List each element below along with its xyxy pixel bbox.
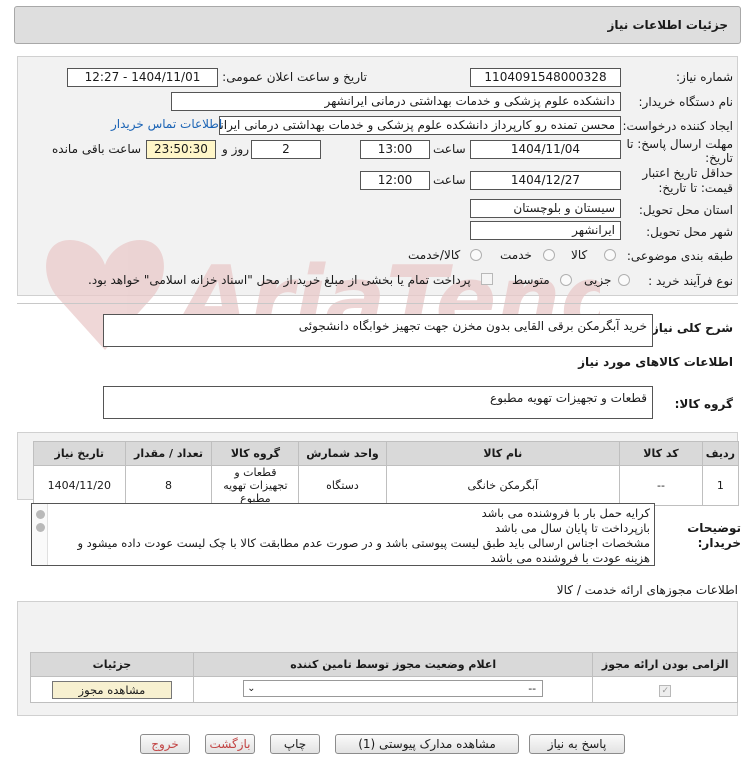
notes-scrollbar[interactable] <box>32 504 48 565</box>
section-divider <box>17 303 738 304</box>
announce-label: تاریخ و ساعت اعلان عمومی: <box>222 70 367 84</box>
validity-time-label: ساعت <box>433 173 466 187</box>
permit-status-select[interactable]: ⌄ -- <box>243 679 544 697</box>
cell-item-group: قطعات و تجهیزات تهویه مطبوع <box>211 465 300 506</box>
buyer-org-label: نام دستگاه خریدار: <box>638 95 734 109</box>
checkmark-icon[interactable]: ✓ <box>659 684 672 697</box>
col-unit: واحد شمارش <box>298 441 387 466</box>
buyer-notes-label-line2: خریدار: <box>697 536 741 550</box>
treasury-payment-checkbox[interactable] <box>481 273 493 285</box>
deadline-date-field: 1404/11/04 <box>470 140 621 159</box>
category-option-service: خدمت <box>500 248 532 262</box>
category-radio-goods[interactable] <box>604 249 616 261</box>
category-radio-goods-service[interactable] <box>470 249 482 261</box>
permits-header-row: الزامی بودن ارائه مجوز اعلام وضعیت مجوز … <box>30 652 738 677</box>
exit-button[interactable]: خروج <box>140 734 190 754</box>
time-remaining-label: ساعت باقی مانده <box>52 142 142 156</box>
need-number-label: شماره نیاز: <box>676 70 733 84</box>
cell-row-number: 1 <box>701 465 740 506</box>
treasury-payment-note: پرداخت تمام یا بخشی از مبلغ خرید،از محل … <box>88 273 471 287</box>
category-label: طبقه بندی موضوعی: <box>626 249 733 263</box>
items-table: ردیف کد کالا نام کالا واحد شمارش گروه کا… <box>33 441 740 506</box>
process-label: نوع فرآیند خرید : <box>648 274 733 288</box>
print-button[interactable]: چاپ <box>270 734 320 754</box>
creator-field: محسن تمنده رو کارپرداز دانشکده علوم پزشک… <box>219 116 621 135</box>
goods-group-label: گروه کالا: <box>674 397 733 411</box>
deadline-time-field: 13:00 <box>360 140 430 159</box>
items-table-header-row: ردیف کد کالا نام کالا واحد شمارش گروه کا… <box>33 441 740 466</box>
process-radio-medium[interactable] <box>560 274 572 286</box>
page-header: جزئیات اطلاعات نیاز <box>14 6 741 44</box>
page-title: جزئیات اطلاعات نیاز <box>607 18 728 32</box>
col-item-code: کد کالا <box>619 441 703 466</box>
col-need-date: تاریخ نیاز <box>33 441 126 466</box>
view-permit-button[interactable]: مشاهده مجوز <box>51 680 172 699</box>
goods-group-field: قطعات و تجهیزات تهویه مطبوع <box>103 386 653 419</box>
need-number-field: 1104091548000328 <box>470 68 621 87</box>
announce-field: 1404/11/01 - 12:27 <box>67 68 218 87</box>
permit-status-value: -- <box>528 681 537 695</box>
buyer-contact-link[interactable]: اطلاعات تماس خریدار <box>111 117 222 131</box>
deadline-time-label: ساعت <box>433 142 466 156</box>
process-option-medium: متوسط <box>512 273 550 287</box>
permits-title: اطلاعات مجوزهای ارائه خدمت / کالا <box>556 583 738 597</box>
attachments-button[interactable]: مشاهده مدارک پیوستی (1) <box>335 734 519 754</box>
table-row[interactable]: 1 -- آبگرمکن خانگی دستگاه قطعات و تجهیزا… <box>33 465 740 506</box>
province-field: سیستان و بلوچستان <box>470 199 621 218</box>
days-remaining-field: 2 <box>251 140 321 159</box>
buyer-notes-box[interactable]: کرایه حمل بار با فروشنده می باشد بازپردا… <box>31 503 655 566</box>
cell-item-name: آبگرمکن خانگی <box>385 465 621 506</box>
days-label: روز و <box>222 142 249 156</box>
province-label: استان محل تحویل: <box>638 203 733 217</box>
col-item-name: نام کالا <box>385 441 621 466</box>
cell-need-date: 1404/11/20 <box>33 465 126 506</box>
buyer-note-line: کرایه حمل بار با فروشنده می باشد <box>481 506 650 520</box>
col-permit-status: اعلام وضعیت مجوز توسط تامین کننده <box>192 652 594 677</box>
cell-permit-required: ✓ <box>592 676 738 703</box>
buyer-note-line: بازپرداخت تا پایان سال می باشد <box>495 521 650 535</box>
validity-time-field: 12:00 <box>360 171 430 190</box>
category-radio-service[interactable] <box>543 249 555 261</box>
deadline-label-line2: تاریخ: <box>705 151 733 165</box>
col-quantity: تعداد / مقدار <box>124 441 213 466</box>
cell-quantity: 8 <box>124 465 213 506</box>
table-row: ✓ ⌄ -- مشاهده مجوز <box>30 676 738 703</box>
col-item-group: گروه کالا <box>211 441 300 466</box>
col-permit-required: الزامی بودن ارائه مجوز <box>592 652 738 677</box>
process-radio-minor[interactable] <box>618 274 630 286</box>
buyer-note-line: هزینه عودت با فروشنده می باشد <box>490 551 650 565</box>
general-desc-label: شرح کلی نیاز: <box>647 321 733 335</box>
category-option-goods: کالا <box>571 248 588 262</box>
col-row-number: ردیف <box>701 441 740 466</box>
chevron-down-icon: ⌄ <box>247 682 256 694</box>
respond-button[interactable]: پاسخ به نیاز <box>529 734 625 754</box>
permits-table: الزامی بودن ارائه مجوز اعلام وضعیت مجوز … <box>30 652 738 703</box>
buyer-notes-label-line1: توضیحات <box>687 521 741 535</box>
process-option-minor: جزیی <box>584 273 612 287</box>
time-remaining-field: 23:50:30 <box>146 140 216 159</box>
cell-permit-status: ⌄ -- <box>192 676 594 703</box>
cell-unit: دستگاه <box>298 465 387 506</box>
category-option-goods-service: کالا/خدمت <box>408 248 461 262</box>
cell-item-code: -- <box>619 465 703 506</box>
col-permit-details: جزئیات <box>30 652 194 677</box>
validity-label-line2: قیمت: تا تاریخ: <box>658 181 733 195</box>
scroll-dot-icon <box>36 523 45 532</box>
validity-date-field: 1404/12/27 <box>470 171 621 190</box>
back-button[interactable]: بازگشت <box>205 734 255 754</box>
buyer-org-field: دانشکده علوم پزشکی و خدمات بهداشتی درمان… <box>171 92 621 111</box>
cell-permit-details: مشاهده مجوز <box>30 676 194 703</box>
scroll-dot-icon <box>36 510 45 519</box>
goods-info-title: اطلاعات کالاهای مورد نیاز <box>578 355 733 369</box>
validity-label-line1: حداقل تاریخ اعتبار <box>642 166 733 180</box>
creator-label: ایجاد کننده درخواست: <box>622 119 733 133</box>
city-label: شهر محل تحویل: <box>646 225 733 239</box>
city-field: ایرانشهر <box>470 221 621 240</box>
general-desc-field: خرید آبگرمکن برقی القایی بدون مخزن جهت ت… <box>103 314 653 347</box>
buyer-note-line: مشخصات اجناس ارسالی باید طبق لیست پیوستی… <box>77 536 650 550</box>
deadline-label-line1: مهلت ارسال پاسخ: تا <box>626 137 733 151</box>
